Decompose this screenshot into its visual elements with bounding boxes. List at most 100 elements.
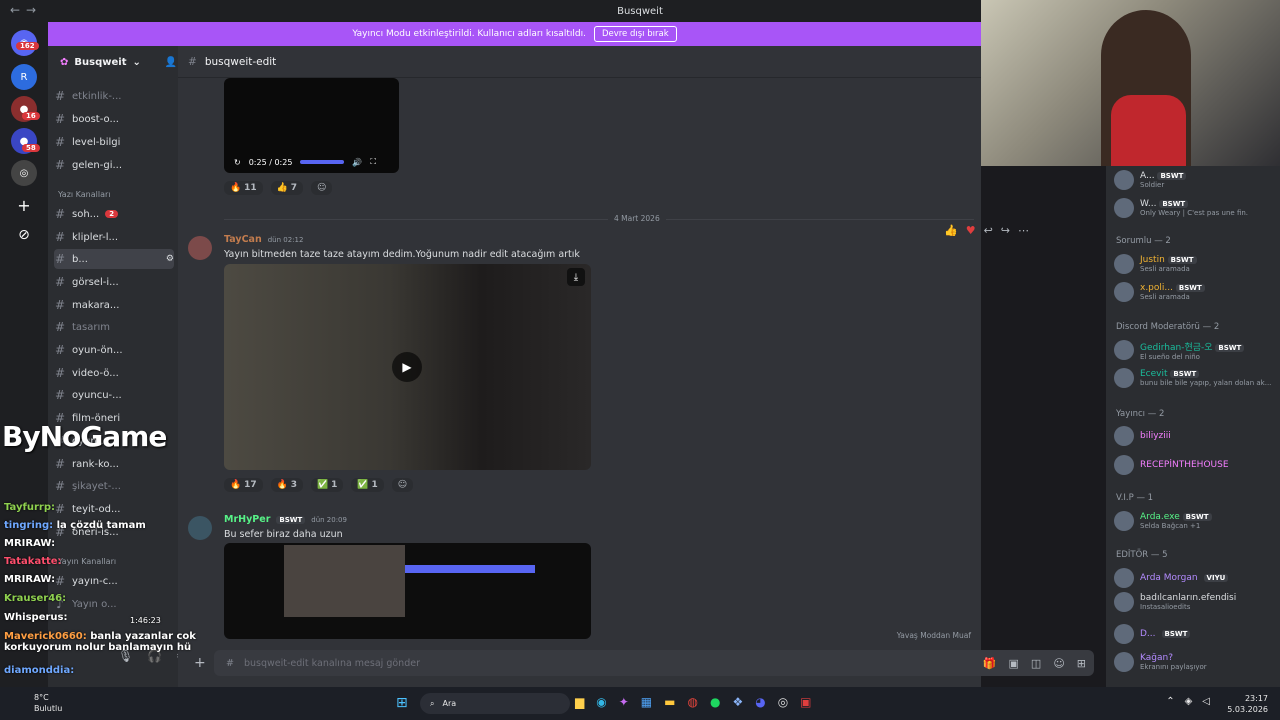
avatar	[1114, 511, 1134, 531]
channel-item[interactable]: # klipler-l...	[54, 227, 174, 247]
store-icon[interactable]: ▦	[641, 695, 652, 709]
emoji-icon[interactable]: ☺	[1053, 657, 1064, 670]
nav-arrows[interactable]: ←→	[10, 3, 42, 17]
add-server-icon[interactable]: +	[11, 192, 37, 218]
member-item[interactable]: D... BSWT	[1114, 622, 1280, 646]
download-icon[interactable]: ⤓	[567, 268, 585, 286]
volume-icon[interactable]: 🔊	[352, 158, 362, 167]
add-attachment-icon[interactable]: +	[194, 655, 206, 671]
message-time: dün 02:12	[267, 235, 304, 244]
reaction[interactable]: 🔥 17	[224, 478, 263, 492]
chrome-icon[interactable]: ◍	[687, 695, 697, 709]
thumbs-up-icon[interactable]: 👍	[944, 224, 958, 237]
category-text[interactable]: Yazı Kanalları	[58, 190, 111, 199]
add-member-icon[interactable]: 👤	[165, 57, 177, 68]
channel-item[interactable]: # boost-o...	[54, 109, 174, 129]
explorer-icon[interactable]: ▆	[575, 695, 584, 709]
reaction[interactable]: 🔥 3	[270, 478, 303, 492]
channel-item[interactable]: # tasarım	[54, 317, 174, 337]
guild-header[interactable]: ✿ Busqweit ⌄ 👤	[48, 46, 178, 78]
taskbar-search[interactable]: ⌕ Ara	[420, 693, 570, 714]
obs-icon[interactable]: ◎	[778, 695, 788, 709]
video-player-1[interactable]: ↻ 0:25 / 0:25 🔊 ⛶	[224, 78, 399, 173]
fullscreen-icon[interactable]: ⛶	[370, 157, 376, 167]
folder-icon[interactable]: ▬	[664, 695, 675, 709]
heart-icon[interactable]: ♥	[966, 224, 976, 237]
clock[interactable]: 23:17 5.03.2026	[1227, 693, 1268, 715]
member-item[interactable]: Ecevit BSWT bunu bile bile yapıp, yalan d…	[1114, 366, 1280, 390]
forward-icon[interactable]: ↪	[1001, 224, 1010, 237]
member-item[interactable]: Justin BSWT Sesli aramada	[1114, 252, 1280, 276]
composer-tools: 🎁 ▣ ◫ ☺ ⊞	[983, 657, 1094, 670]
avatar	[1114, 282, 1134, 302]
member-item[interactable]: x.poli... BSWT Sesli aramada	[1114, 280, 1280, 304]
video-player-2[interactable]: ▶ ⤓	[224, 264, 591, 470]
windows-start-icon[interactable]: ⊞	[396, 695, 408, 711]
gift-icon[interactable]: 🎁	[983, 657, 997, 670]
replay-icon[interactable]: ↻	[234, 158, 241, 167]
window-title: Busqweit	[617, 5, 663, 17]
hash-icon: #	[54, 366, 66, 380]
reaction[interactable]: ✅ 1	[351, 478, 384, 492]
channel-item[interactable]: # oyun-ön...	[54, 340, 174, 360]
server-icon-raft[interactable]: R	[11, 64, 37, 90]
channel-item[interactable]: # görsel-i...	[54, 272, 174, 292]
channel-item-active[interactable]: # b... ⚙	[54, 249, 174, 269]
member-item[interactable]: Gedirhan-현금-오 BSWT El sueño del niño	[1114, 338, 1280, 362]
member-item[interactable]: badılcanların.efendisi Instasalioedits	[1114, 590, 1280, 614]
member-item[interactable]: Kağan? Ekranını paylaşıyor	[1114, 650, 1280, 674]
explore-icon[interactable]: ⊘	[11, 222, 37, 248]
member-item[interactable]: RECEPİNTHEHOUSE	[1114, 453, 1280, 477]
spotify-icon[interactable]: ●	[710, 695, 720, 709]
role-header: Discord Moderatörü — 2	[1116, 322, 1220, 332]
volume-icon[interactable]: ◁	[1202, 696, 1210, 707]
play-icon[interactable]: ▶	[392, 352, 422, 382]
copilot-icon[interactable]: ✦	[619, 695, 629, 709]
member-item[interactable]: W... BSWT Only Weary | C'est pas une fin.	[1114, 196, 1280, 220]
channel-item[interactable]: # makara...	[54, 295, 174, 315]
reaction[interactable]: 🔥 11	[224, 181, 263, 195]
channel-item[interactable]: # etkinlik-...	[54, 86, 174, 106]
edge-icon[interactable]: ◉	[596, 695, 606, 709]
settings-icon[interactable]: ⚙	[166, 254, 174, 264]
chevron-up-icon[interactable]: ⌃	[1166, 696, 1174, 707]
avatar	[1114, 652, 1134, 672]
more-icon[interactable]: ⋯	[1018, 224, 1029, 237]
member-item[interactable]: Arda Morgan VIYU	[1114, 566, 1280, 590]
gif-icon[interactable]: ▣	[1009, 657, 1019, 670]
avatar[interactable]	[188, 236, 212, 260]
add-reaction-icon[interactable]: ☺	[391, 478, 414, 492]
video-progress[interactable]	[300, 160, 345, 164]
server-icon-4[interactable]: ◎	[11, 160, 37, 186]
sticker-icon[interactable]: ◫	[1031, 657, 1041, 670]
channel-item[interactable]: # oyuncu-...	[54, 385, 174, 405]
apps-icon[interactable]: ⊞	[1077, 657, 1086, 670]
channel-item[interactable]: # level-bilgi	[54, 132, 174, 152]
add-reaction-icon[interactable]: ☺	[310, 181, 333, 195]
member-item[interactable]: Arda.exe BSWT Selda Bağcan +1	[1114, 509, 1280, 533]
message-composer[interactable]: + # busqweit-edit kanalına mesaj gönder …	[194, 650, 1094, 676]
channel-item[interactable]: # gelen-gi...	[54, 155, 174, 175]
role-header: V.I.P — 1	[1116, 493, 1154, 503]
member-item[interactable]: biliyziii	[1114, 424, 1280, 448]
reaction[interactable]: ✅ 1	[310, 478, 344, 492]
channel-item[interactable]: # rank-ko...	[54, 454, 174, 474]
member-item[interactable]: A... BSWT Soldier	[1114, 168, 1280, 192]
channel-item[interactable]: # video-ö...	[54, 363, 174, 383]
author-name[interactable]: TayCan	[224, 234, 262, 245]
video-editor-icon[interactable]: ▣	[800, 695, 811, 709]
app-icon[interactable]: ❖	[732, 695, 743, 709]
hash-icon: #	[54, 230, 66, 244]
avatar[interactable]	[188, 516, 212, 540]
reaction[interactable]: 👍 7	[270, 181, 303, 195]
disable-button[interactable]: Devre dışı bırak	[593, 26, 677, 42]
channel-item[interactable]: # soh... 2	[54, 204, 174, 224]
weather-widget[interactable]: 8°C Bulutlu	[34, 692, 62, 714]
channel-item[interactable]: # şikayet-...	[54, 476, 174, 496]
author-name[interactable]: MrHyPer	[224, 514, 270, 525]
reply-icon[interactable]: ↩	[984, 224, 993, 237]
discord-icon[interactable]: ◕	[755, 695, 765, 709]
video-player-3[interactable]	[224, 543, 591, 639]
weather-temp: 8°C	[34, 693, 49, 702]
network-icon[interactable]: ◈	[1185, 696, 1193, 707]
